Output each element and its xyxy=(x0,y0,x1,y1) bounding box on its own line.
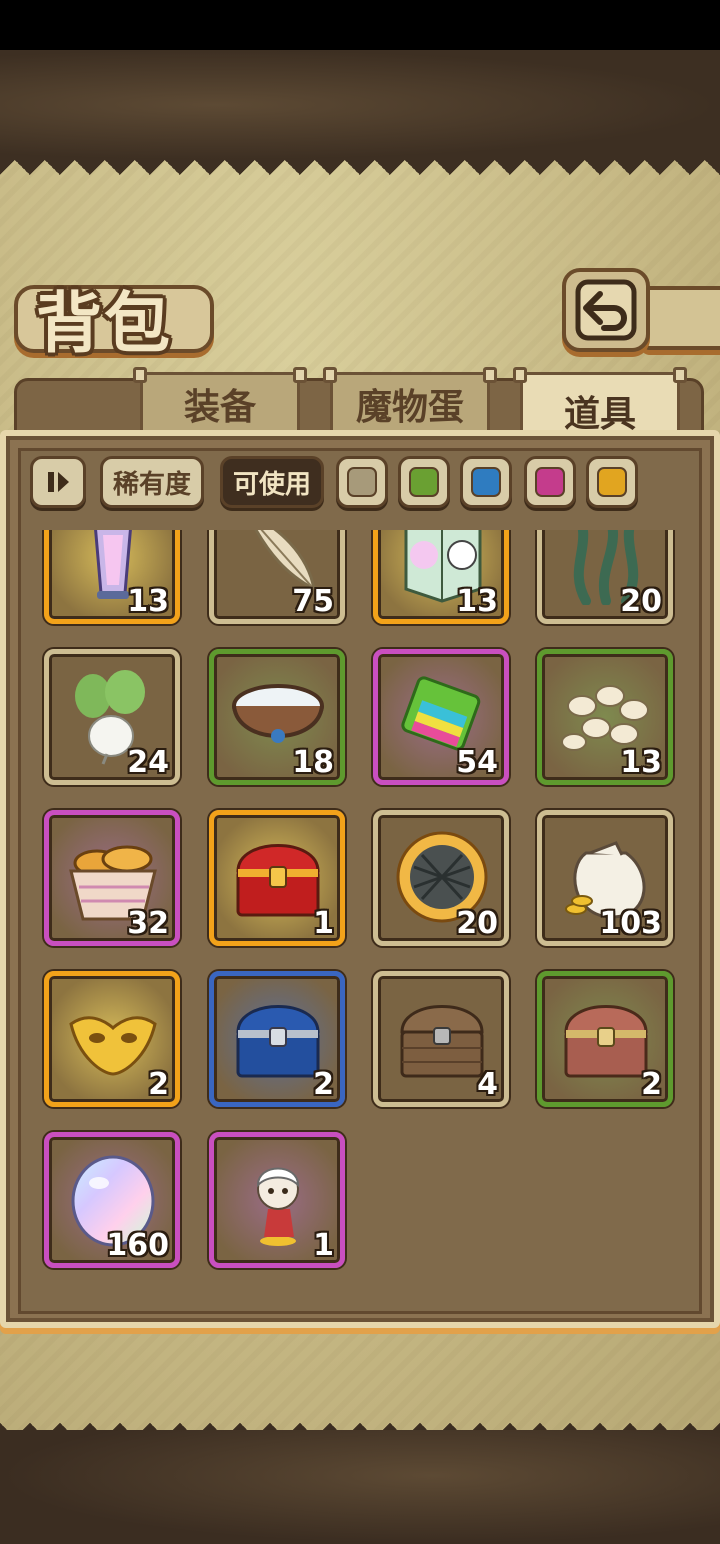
item-slot[interactable]: 1 xyxy=(209,810,345,946)
item-slot[interactable]: 2 xyxy=(44,971,180,1107)
tab-label: 魔物蛋 xyxy=(355,387,464,428)
item-quantity: 2 xyxy=(641,1067,662,1102)
item-slot[interactable]: 20 xyxy=(373,810,509,946)
filter-bar: 稀有度 可使用 xyxy=(30,456,690,510)
tab-cap xyxy=(513,367,527,383)
usable-filter-button[interactable]: 可使用 xyxy=(220,456,324,508)
swatch-color xyxy=(347,467,377,497)
item-slot[interactable]: 160 xyxy=(44,1132,180,1268)
item-quantity: 20 xyxy=(456,906,498,941)
item-slot[interactable]: 20 xyxy=(537,530,673,624)
item-slot[interactable]: 13 xyxy=(373,530,509,624)
item-quantity: 1 xyxy=(313,906,334,941)
rarity-swatch-purple[interactable] xyxy=(524,456,576,508)
item-quantity: 103 xyxy=(599,906,662,941)
item-quantity: 18 xyxy=(292,745,334,780)
item-slot[interactable]: 18 xyxy=(209,649,345,785)
map-background-top xyxy=(0,50,720,160)
back-button[interactable] xyxy=(562,268,650,352)
item-quantity: 4 xyxy=(477,1067,498,1102)
swatch-color xyxy=(597,467,627,497)
swatch-color xyxy=(409,467,439,497)
item-quantity: 160 xyxy=(106,1228,169,1263)
item-quantity: 1 xyxy=(313,1228,334,1263)
item-slot[interactable]: 103 xyxy=(537,810,673,946)
rarity-swatch-green[interactable] xyxy=(398,456,450,508)
usable-filter-label: 可使用 xyxy=(232,469,311,500)
rarity-swatch-gold[interactable] xyxy=(586,456,638,508)
item-slot[interactable]: 2 xyxy=(209,971,345,1107)
item-slot[interactable]: 54 xyxy=(373,649,509,785)
page-title: 背包 xyxy=(36,285,172,362)
item-quantity: 54 xyxy=(456,745,498,780)
back-button-rail xyxy=(640,286,720,350)
tab-cap xyxy=(293,367,307,383)
tab-cap xyxy=(673,367,687,383)
item-quantity: 13 xyxy=(620,745,662,780)
tab-cap xyxy=(133,367,147,383)
tab-equipment[interactable]: 装备 xyxy=(133,367,307,436)
swatch-color xyxy=(471,467,501,497)
return-arrow-icon xyxy=(575,279,637,341)
item-quantity: 13 xyxy=(127,584,169,619)
item-quantity: 32 xyxy=(127,906,169,941)
tab-label: 道具 xyxy=(563,393,636,435)
item-slot[interactable]: 4 xyxy=(373,971,509,1107)
item-quantity: 13 xyxy=(456,584,498,619)
item-slot[interactable]: 2 xyxy=(537,971,673,1107)
item-slot[interactable]: 1 xyxy=(209,1132,345,1268)
item-grid: 13 75 13 20 24 18 54 13 32 1 20 103 2 2 4 2 160 1 xyxy=(24,530,696,1308)
item-slot[interactable]: 13 xyxy=(44,530,180,624)
tab-monster-eggs[interactable]: 魔物蛋 xyxy=(323,367,497,436)
rarity-swatch-gray[interactable] xyxy=(336,456,388,508)
item-quantity: 20 xyxy=(620,584,662,619)
item-slot[interactable]: 32 xyxy=(44,810,180,946)
status-bar xyxy=(0,0,720,50)
item-slot[interactable]: 75 xyxy=(209,530,345,624)
item-quantity: 2 xyxy=(148,1067,169,1102)
item-quantity: 24 xyxy=(127,745,169,780)
item-slot[interactable]: 24 xyxy=(44,649,180,785)
rarity-filter-label: 稀有度 xyxy=(112,469,191,500)
sort-toggle-button[interactable] xyxy=(30,456,86,508)
sort-toggle-icon xyxy=(48,472,69,492)
map-background-bottom xyxy=(0,1430,720,1544)
swatch-color xyxy=(535,467,565,497)
item-slot[interactable]: 13 xyxy=(537,649,673,785)
tab-cap xyxy=(323,367,337,383)
item-quantity: 75 xyxy=(292,584,334,619)
torn-edge-top xyxy=(0,160,720,190)
tab-label: 装备 xyxy=(183,387,256,428)
rarity-swatch-blue[interactable] xyxy=(460,456,512,508)
item-quantity: 2 xyxy=(313,1067,334,1102)
tab-cap xyxy=(483,367,497,383)
rarity-filter-button[interactable]: 稀有度 xyxy=(100,456,204,508)
